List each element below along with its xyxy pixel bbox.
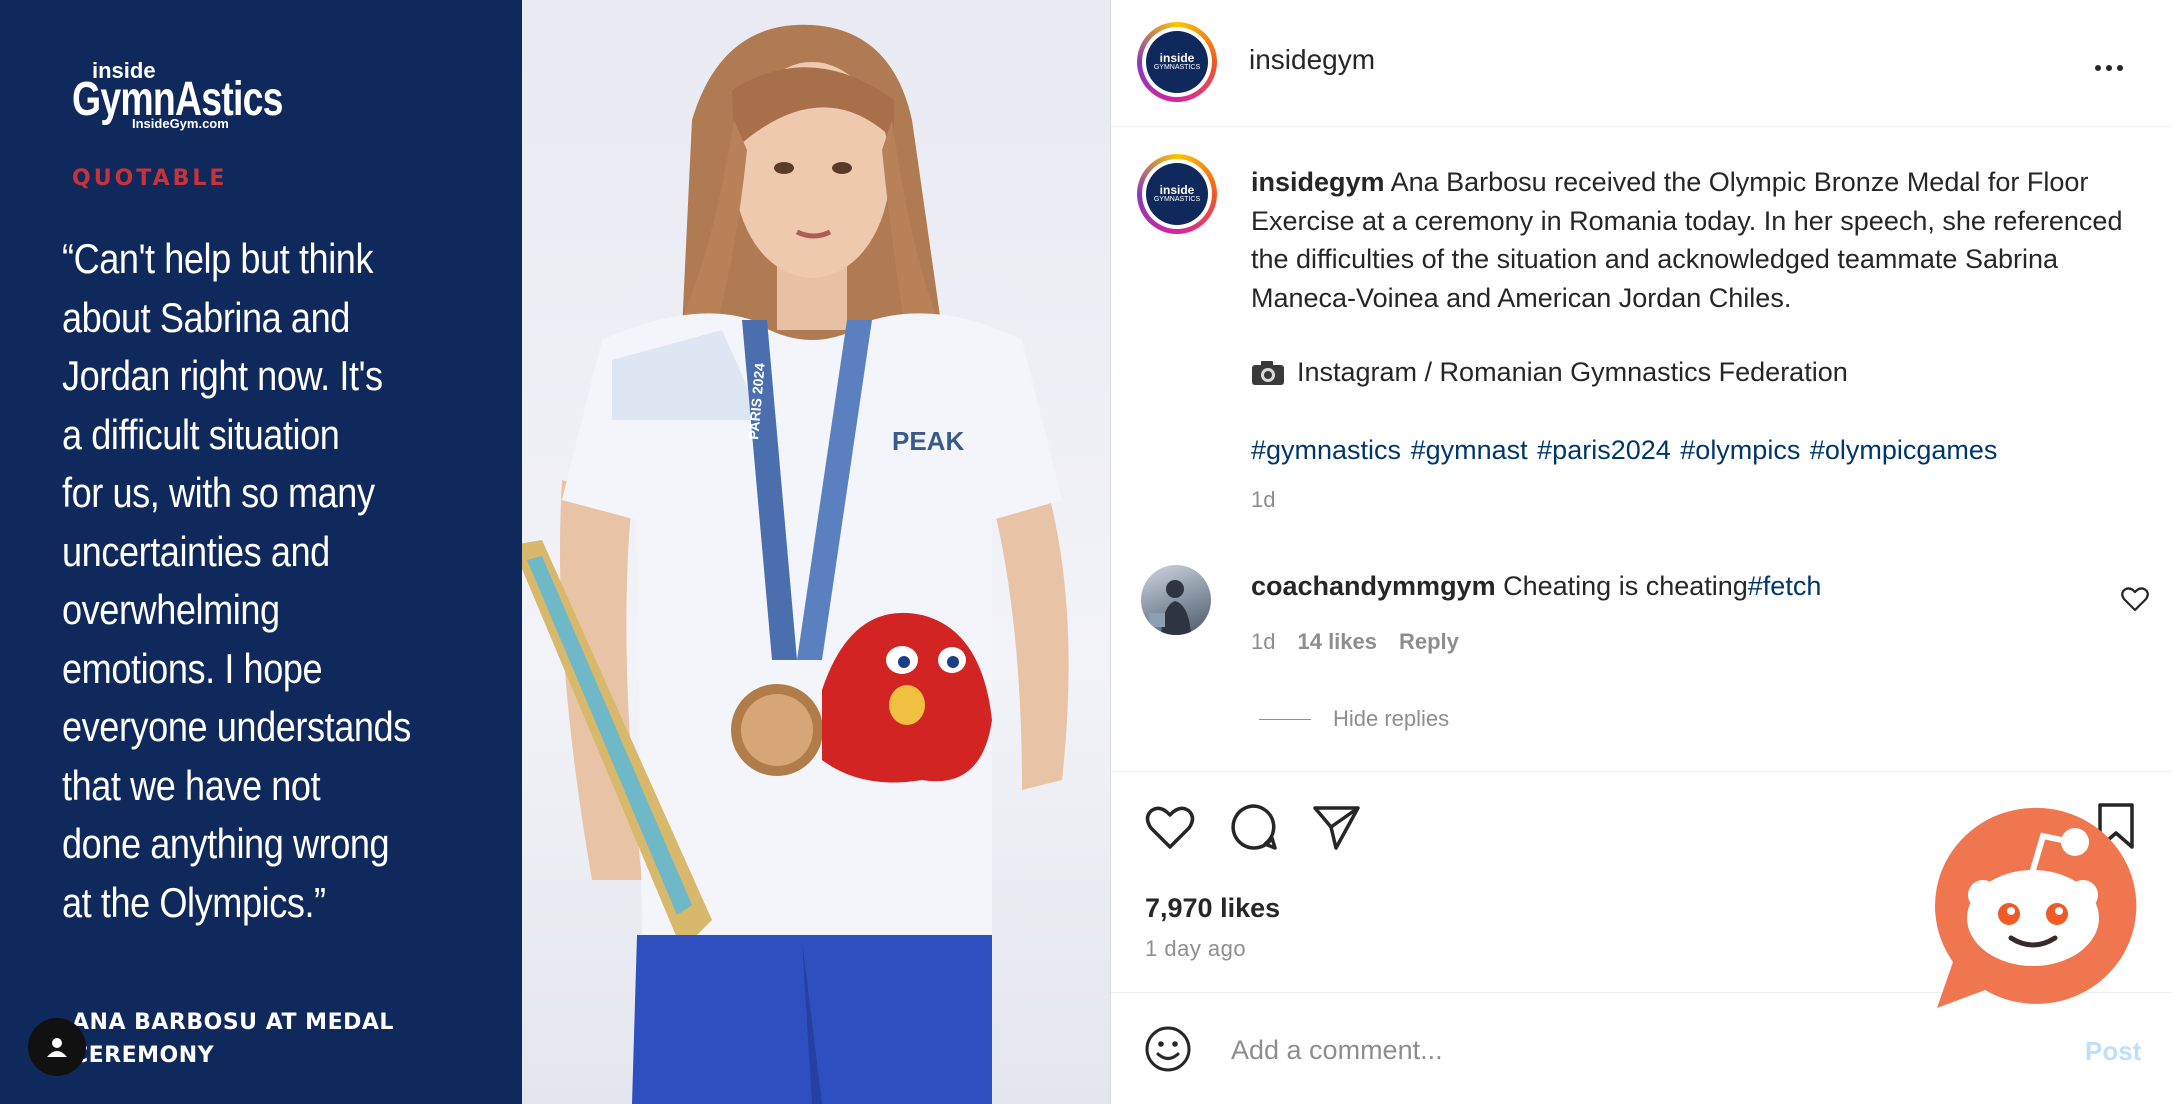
comment-likes[interactable]: 14 likes [1297, 629, 1377, 655]
avatar-line1: inside [1159, 183, 1195, 197]
header-divider [1111, 126, 2172, 127]
hashtag-link[interactable]: #paris2024 [1537, 435, 1671, 465]
comment-heart-icon[interactable] [2121, 586, 2149, 612]
post-timestamp: 1 day ago [1145, 936, 1247, 961]
hide-replies-button[interactable]: Hide replies [1259, 706, 1449, 732]
camera-icon [1252, 360, 1284, 385]
post-image[interactable]: inside GymnAstics InsideGym.com QUOTABLE… [0, 0, 1110, 1104]
hashtag-link[interactable]: #olympics [1680, 435, 1800, 465]
comment-username[interactable]: coachandymmgym [1251, 571, 1496, 601]
comment-hashtag[interactable]: #fetch [1748, 571, 1822, 601]
hashtag-link[interactable]: #olympicgames [1810, 435, 1998, 465]
likes-count[interactable]: 7,970 likes [1145, 893, 1280, 924]
avatar-line2: GYMNASTICS [1153, 196, 1201, 203]
athlete-illustration: PEAK PARIS 2024 [522, 24, 1069, 1104]
comment-text: coachandymmgym Cheating is cheating#fetc… [1251, 571, 1821, 602]
inside-gymnastics-logo: inside GymnAstics InsideGym.com [70, 58, 283, 138]
header-username[interactable]: insidegym [1249, 44, 1375, 76]
share-send-icon[interactable] [1309, 800, 1363, 854]
post-comment-button[interactable]: Post [2085, 1036, 2141, 1067]
athlete-photo: PEAK PARIS 2024 [522, 0, 1110, 1104]
caption-avatar[interactable]: inside GYMNASTICS [1137, 154, 1217, 234]
emoji-icon[interactable] [1143, 1024, 1193, 1074]
hide-replies-label: Hide replies [1333, 706, 1450, 731]
comment-bubble-icon[interactable] [1227, 800, 1281, 854]
photo-credit-text: Instagram / Romanian Gymnastics Federati… [1297, 357, 1848, 387]
hashtag-link[interactable]: #gymnast [1411, 435, 1528, 465]
caption-age: 1d [1251, 487, 1276, 512]
caption: insidegym Ana Barbosu received the Olymp… [1251, 163, 2131, 317]
comment-age: 1d [1251, 629, 1276, 654]
person-icon [47, 1038, 67, 1057]
comment-input[interactable] [1231, 1030, 2011, 1070]
shirt-logo-text: PEAK [892, 426, 964, 456]
comment-body: Cheating is cheating [1503, 571, 1748, 601]
more-options-icon[interactable] [2095, 56, 2131, 71]
commenter-avatar[interactable] [1141, 565, 1211, 635]
photo-credit: Instagram / Romanian Gymnastics Federati… [1251, 357, 1848, 388]
header-avatar[interactable]: inside GYMNASTICS [1137, 22, 1217, 102]
profile-button[interactable] [28, 1018, 86, 1076]
quote-attribution: ANA BARBOSU AT MEDAL CEREMONY [72, 1010, 394, 1068]
avatar-line1: inside [1159, 51, 1195, 65]
reddit-logo-icon [1935, 807, 2137, 1008]
reply-button[interactable]: Reply [1399, 629, 1459, 655]
quote-panel: inside GymnAstics InsideGym.com QUOTABLE… [0, 0, 522, 1104]
comment-meta: 1d 14 likes Reply [1251, 629, 1459, 655]
caption-username[interactable]: insidegym [1251, 167, 1385, 197]
like-heart-icon[interactable] [1143, 800, 1197, 854]
brand-sub: InsideGym.com [132, 116, 229, 131]
avatar-line2: GYMNASTICS [1153, 64, 1201, 71]
hashtags: #gymnastics #gymnast #paris2024 #olympic… [1251, 435, 1997, 466]
quote-text: “Can't help but think about Sabrina and … [62, 235, 411, 926]
quotable-label: QUOTABLE [72, 166, 228, 191]
hashtag-link[interactable]: #gymnastics [1251, 435, 1401, 465]
comments-divider [1111, 771, 2172, 772]
